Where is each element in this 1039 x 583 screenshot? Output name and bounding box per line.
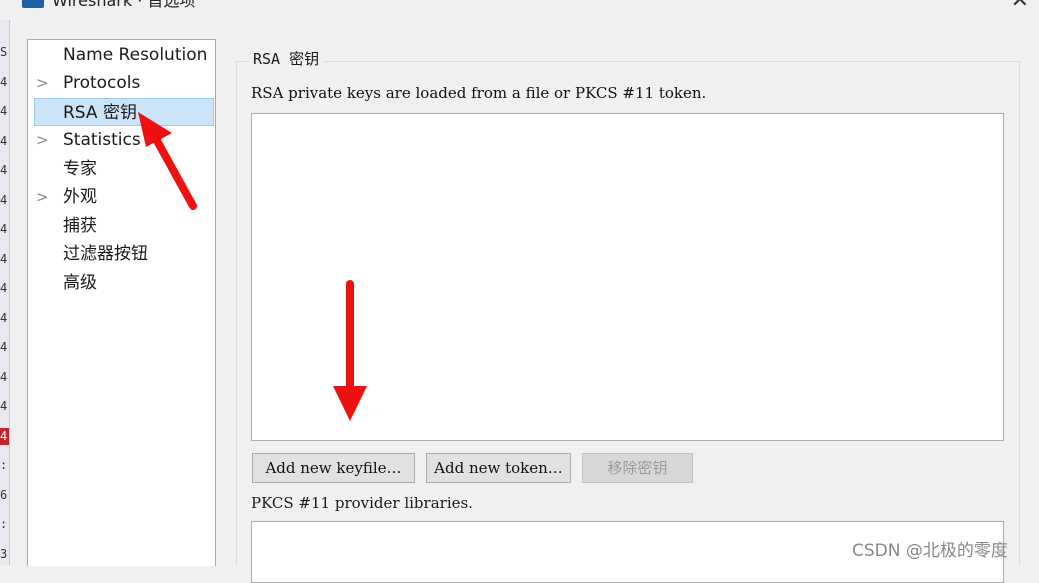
annotation-arrows (138, 112, 367, 421)
arrow-to-rsa-item (138, 112, 197, 210)
arrow-to-add-keyfile (333, 280, 367, 421)
